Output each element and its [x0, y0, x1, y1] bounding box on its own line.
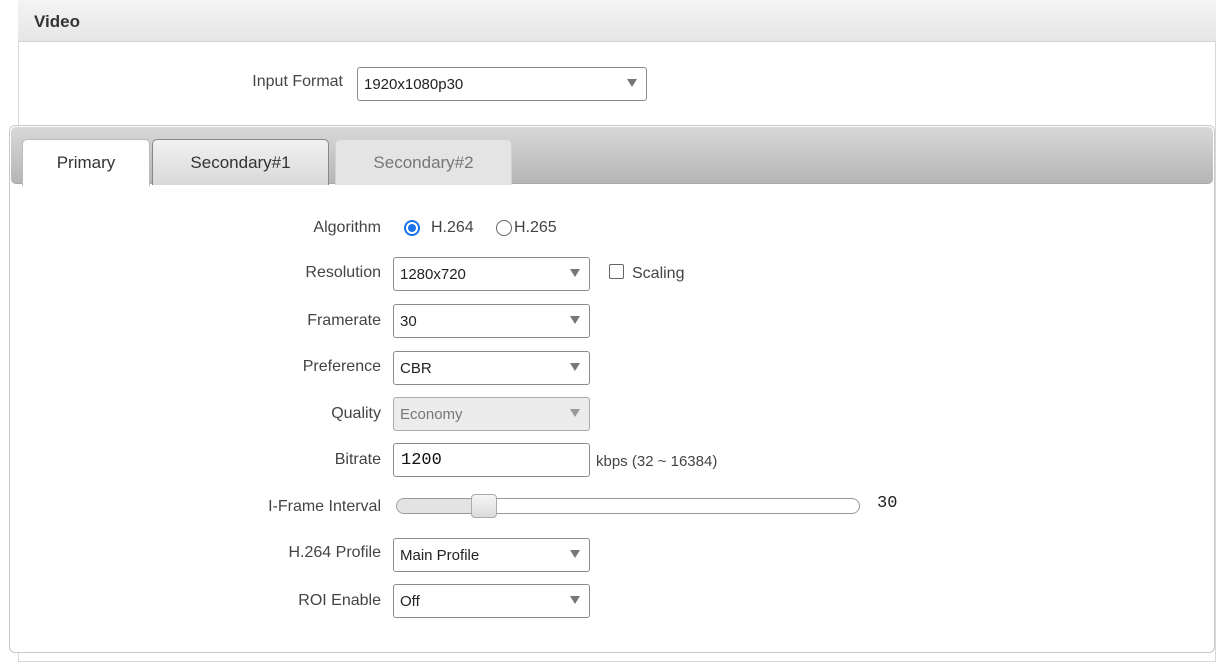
algorithm-h265-radio[interactable] [496, 220, 512, 236]
quality-value: Economy [400, 406, 463, 423]
chevron-down-icon [570, 363, 580, 371]
algorithm-h264-label: H.264 [431, 219, 474, 236]
chevron-down-icon [627, 79, 637, 87]
quality-select: Economy [393, 397, 590, 431]
preference-value: CBR [400, 360, 432, 377]
chevron-down-icon [570, 316, 580, 324]
chevron-down-icon [570, 550, 580, 558]
quality-label: Quality [331, 405, 381, 422]
tab-secondary-2: Secondary#2 [335, 139, 512, 185]
input-format-select[interactable]: 1920x1080p30 [357, 67, 647, 101]
chevron-down-icon [570, 596, 580, 604]
preference-select[interactable]: CBR [393, 351, 590, 385]
encoder-tabs-box: Primary Secondary#1 Secondary#2 [9, 125, 1215, 653]
preference-label: Preference [302, 358, 381, 375]
roi-enable-select[interactable]: Off [393, 584, 590, 618]
input-format-label: Input Format [252, 73, 343, 90]
iframe-interval-label: I-Frame Interval [268, 498, 381, 515]
bitrate-value: 1200 [401, 451, 442, 470]
iframe-interval-slider[interactable] [396, 494, 860, 518]
framerate-label: Framerate [307, 312, 381, 329]
framerate-select[interactable]: 30 [393, 304, 590, 338]
bitrate-hint: kbps (32 ~ 16384) [596, 453, 718, 470]
tab-primary[interactable]: Primary [22, 139, 150, 186]
algorithm-h264-radio[interactable] [404, 220, 420, 236]
resolution-label: Resolution [305, 264, 381, 281]
roi-enable-value: Off [400, 593, 420, 610]
framerate-value: 30 [400, 313, 417, 330]
chevron-down-icon [570, 269, 580, 277]
section-header: Video [18, 0, 1216, 42]
bitrate-label: Bitrate [334, 451, 381, 468]
resolution-value: 1280x720 [400, 266, 466, 283]
tab-strip: Primary Secondary#1 Secondary#2 [11, 127, 1213, 186]
roi-enable-label: ROI Enable [298, 592, 381, 609]
h264-profile-label: H.264 Profile [288, 544, 382, 561]
algorithm-label: Algorithm [313, 219, 381, 236]
slider-fill [397, 499, 474, 513]
input-format-value: 1920x1080p30 [364, 76, 464, 93]
tab-secondary-1[interactable]: Secondary#1 [152, 139, 329, 185]
scaling-label: Scaling [632, 265, 685, 282]
slider-handle[interactable] [471, 494, 498, 518]
chevron-down-icon [570, 409, 580, 417]
algorithm-h265-label: H.265 [514, 219, 557, 236]
h264-profile-value: Main Profile [400, 547, 480, 564]
iframe-interval-value: 30 [877, 494, 898, 513]
scaling-checkbox[interactable] [609, 264, 624, 279]
h264-profile-select[interactable]: Main Profile [393, 538, 590, 572]
resolution-select[interactable]: 1280x720 [393, 257, 590, 291]
bitrate-input[interactable]: 1200 [393, 443, 590, 477]
section-title: Video [34, 12, 80, 31]
